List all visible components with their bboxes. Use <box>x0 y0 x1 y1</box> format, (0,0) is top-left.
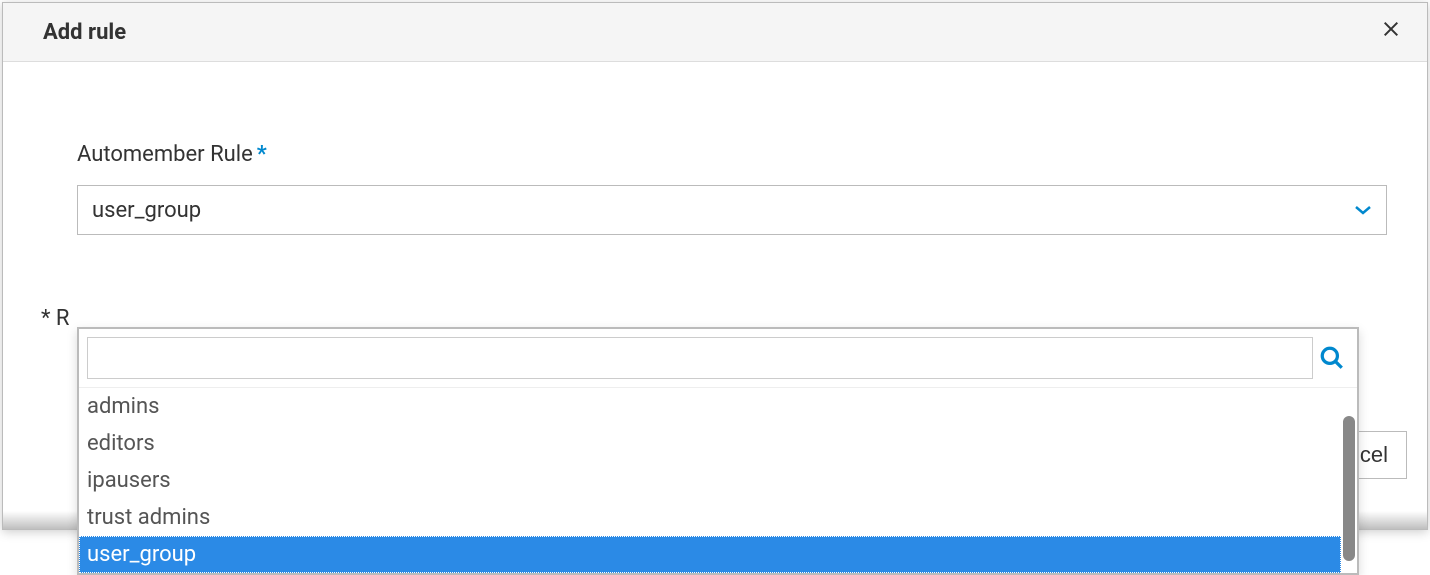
required-note: * R <box>41 306 70 331</box>
chevron-down-icon <box>1354 204 1372 216</box>
dialog-title: Add rule <box>43 20 126 45</box>
search-icon[interactable] <box>1319 345 1345 371</box>
dropdown-option-admins[interactable]: admins <box>79 388 1341 425</box>
dropdown-scrollbar[interactable] <box>1343 416 1355 561</box>
dropdown-option-ipausers[interactable]: ipausers <box>79 462 1341 499</box>
dropdown-option-trust-admins[interactable]: trust admins <box>79 499 1341 536</box>
dropdown-search-input[interactable] <box>87 337 1313 379</box>
combobox-dropdown: admins editors ipausers trust admins use… <box>77 327 1359 575</box>
automember-rule-label: Automember Rule* <box>77 142 1387 167</box>
combobox-selected-value: user_group <box>92 198 1354 223</box>
dropdown-option-editors[interactable]: editors <box>79 425 1341 462</box>
automember-rule-combobox[interactable]: user_group <box>77 185 1387 235</box>
required-star-icon: * <box>257 142 267 167</box>
dropdown-search-row <box>79 329 1357 388</box>
scrollbar-thumb[interactable] <box>1343 416 1355 561</box>
field-label-text: Automember Rule <box>77 142 253 167</box>
dropdown-option-user-group[interactable]: user_group <box>79 536 1341 573</box>
dropdown-options-list: admins editors ipausers trust admins use… <box>79 388 1357 573</box>
dialog-body: Automember Rule* user_group <box>3 62 1427 255</box>
add-rule-dialog: Add rule Automember Rule* user_group <box>2 2 1428 530</box>
dialog-header: Add rule <box>3 3 1427 62</box>
close-icon[interactable] <box>1375 17 1407 47</box>
